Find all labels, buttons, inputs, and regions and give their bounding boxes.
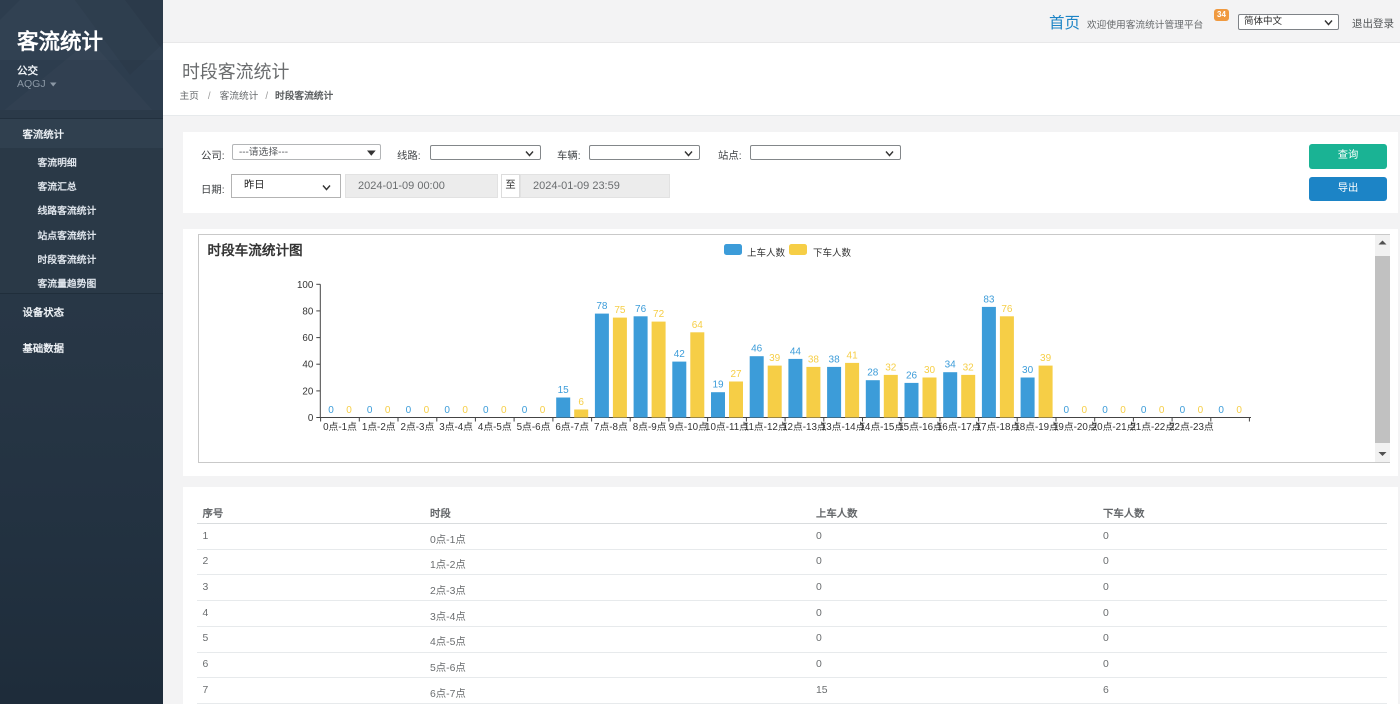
svg-text:72: 72 (653, 309, 665, 320)
svg-text:0: 0 (1159, 405, 1165, 416)
svg-text:0: 0 (1236, 405, 1242, 416)
svg-text:26: 26 (906, 370, 918, 381)
svg-text:9点-10点: 9点-10点 (669, 421, 708, 433)
svg-text:0: 0 (483, 405, 489, 416)
svg-text:0: 0 (522, 405, 528, 416)
svg-text:1点-2点: 1点-2点 (362, 421, 396, 433)
svg-text:64: 64 (692, 320, 704, 331)
svg-text:39: 39 (1040, 353, 1052, 364)
svg-text:4点-5点: 4点-5点 (478, 421, 512, 433)
svg-text:0: 0 (328, 405, 334, 416)
svg-text:30: 30 (1022, 365, 1034, 376)
svg-text:0点-1点: 0点-1点 (323, 421, 357, 433)
svg-text:46: 46 (751, 344, 763, 355)
svg-text:39: 39 (769, 353, 781, 364)
svg-text:8点-9点: 8点-9点 (633, 421, 667, 433)
svg-text:0: 0 (1082, 405, 1088, 416)
svg-text:44: 44 (790, 346, 802, 357)
svg-text:0: 0 (346, 405, 352, 416)
svg-text:10点-11点: 10点-11点 (705, 421, 749, 433)
svg-text:75: 75 (614, 305, 626, 316)
svg-text:0: 0 (1064, 405, 1070, 416)
svg-text:0: 0 (1120, 405, 1126, 416)
svg-text:80: 80 (302, 306, 313, 317)
svg-text:0: 0 (501, 405, 507, 416)
svg-text:30: 30 (924, 365, 936, 376)
svg-text:7点-8点: 7点-8点 (594, 421, 628, 433)
svg-text:0: 0 (385, 405, 391, 416)
svg-text:41: 41 (847, 350, 859, 361)
svg-text:5点-6点: 5点-6点 (517, 421, 551, 433)
svg-text:78: 78 (596, 301, 608, 312)
svg-text:0: 0 (1102, 405, 1108, 416)
svg-text:100: 100 (297, 280, 314, 291)
svg-text:3点-4点: 3点-4点 (439, 421, 473, 433)
svg-text:28: 28 (867, 368, 879, 379)
svg-text:27: 27 (730, 369, 742, 380)
svg-text:76: 76 (1001, 304, 1013, 315)
svg-text:19: 19 (712, 380, 724, 391)
svg-text:42: 42 (674, 349, 686, 360)
svg-text:76: 76 (635, 304, 647, 315)
svg-text:0: 0 (1198, 405, 1204, 416)
svg-text:0: 0 (1218, 405, 1224, 416)
svg-text:0: 0 (540, 405, 546, 416)
svg-text:40: 40 (302, 360, 313, 371)
svg-text:0: 0 (424, 405, 430, 416)
svg-text:38: 38 (829, 354, 841, 365)
svg-text:15: 15 (558, 385, 570, 396)
svg-text:34: 34 (945, 360, 957, 371)
svg-text:38: 38 (808, 354, 820, 365)
svg-text:20: 20 (302, 386, 313, 397)
svg-text:0: 0 (308, 413, 314, 424)
svg-text:0: 0 (406, 405, 412, 416)
svg-text:0: 0 (1141, 405, 1147, 416)
svg-text:0: 0 (1180, 405, 1186, 416)
svg-text:6点-7点: 6点-7点 (555, 421, 589, 433)
svg-text:0: 0 (367, 405, 373, 416)
svg-text:32: 32 (963, 362, 975, 373)
svg-text:6: 6 (578, 397, 584, 408)
svg-text:32: 32 (885, 362, 897, 373)
svg-text:0: 0 (462, 405, 468, 416)
svg-text:60: 60 (302, 333, 313, 344)
svg-text:22点-23点: 22点-23点 (1169, 421, 1214, 433)
svg-text:83: 83 (983, 294, 995, 305)
svg-text:2点-3点: 2点-3点 (401, 421, 435, 433)
svg-text:0: 0 (444, 405, 450, 416)
